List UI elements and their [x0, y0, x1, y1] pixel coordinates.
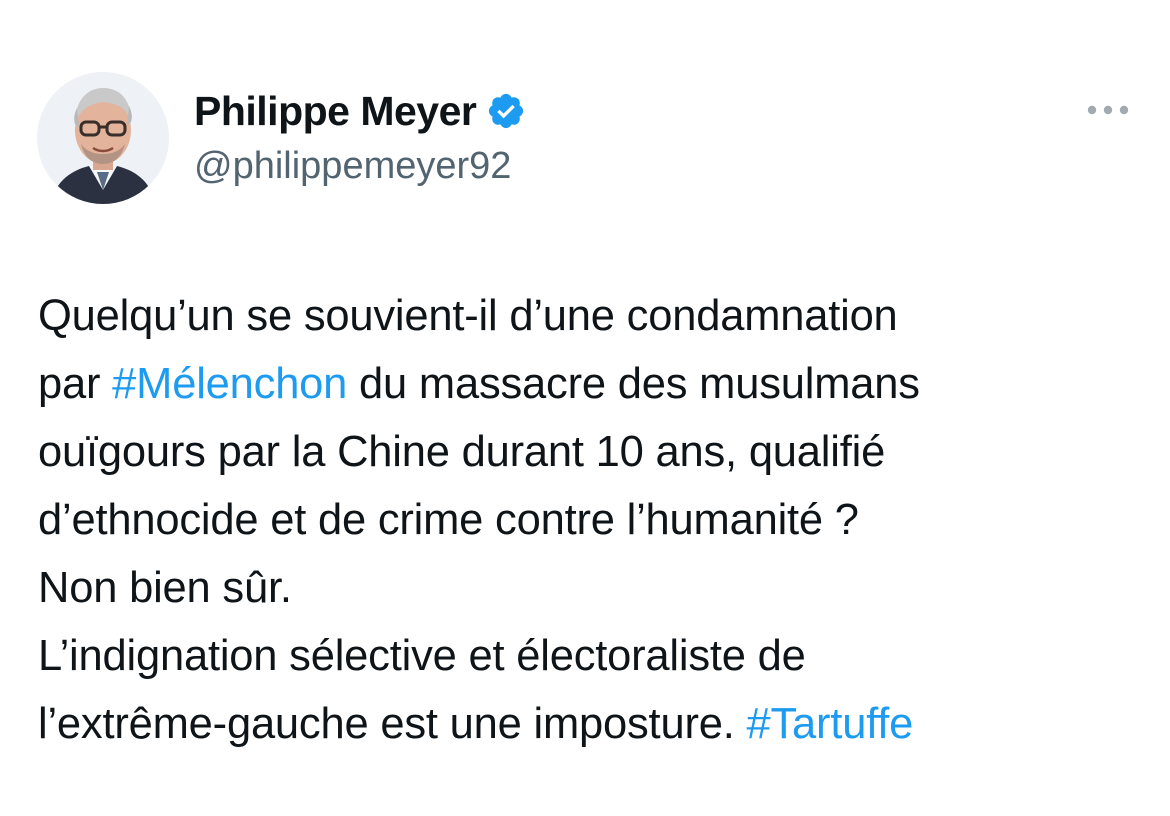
hashtag-link[interactable]: #Tartuffe — [747, 700, 914, 748]
tweet-line: l’extrême-gauche est une imposture. #Tar… — [38, 690, 1148, 758]
tweet-text-segment: d’ethnocide et de crime contre l’humanit… — [38, 496, 859, 544]
profile-photo — [37, 72, 169, 204]
tweet-card: Philippe Meyer @philippemeyer92 Quelqu’u… — [0, 0, 1170, 816]
tweet-text: Quelqu’un se souvient-il d’une condamnat… — [38, 282, 1148, 758]
tweet-line: Non bien sûr. — [38, 554, 1148, 622]
tweet-line: L’indignation sélective et électoraliste… — [38, 622, 1148, 690]
tweet-text-segment: l’extrême-gauche est une imposture. — [38, 700, 747, 748]
tweet-text-segment: Non bien sûr. — [38, 564, 292, 612]
name-row: Philippe Meyer — [194, 86, 526, 136]
more-options-icon[interactable] — [1080, 92, 1136, 128]
tweet-line: Quelqu’un se souvient-il d’une condamnat… — [38, 282, 1148, 350]
tweet-text-segment: par — [38, 360, 113, 408]
author-handle[interactable]: @philippemeyer92 — [194, 145, 526, 188]
verified-badge-icon[interactable] — [486, 91, 526, 131]
tweet-text-segment: Quelqu’un se souvient-il d’une condamnat… — [38, 292, 898, 340]
author-display-name[interactable]: Philippe Meyer — [194, 88, 477, 135]
tweet-text-segment: ouïgours par la Chine durant 10 ans, qua… — [38, 428, 886, 476]
tweet-line: ouïgours par la Chine durant 10 ans, qua… — [38, 418, 1148, 486]
tweet-text-segment: du massacre des musulmans — [347, 360, 920, 408]
hashtag-link[interactable]: #Mélenchon — [112, 360, 347, 408]
author-avatar[interactable] — [37, 72, 169, 204]
tweet-line: par #Mélenchon du massacre des musulmans — [38, 350, 1148, 418]
tweet-header: Philippe Meyer @philippemeyer92 — [194, 86, 526, 188]
tweet-text-segment: L’indignation sélective et électoraliste… — [38, 632, 806, 680]
tweet-line: d’ethnocide et de crime contre l’humanit… — [38, 486, 1148, 554]
